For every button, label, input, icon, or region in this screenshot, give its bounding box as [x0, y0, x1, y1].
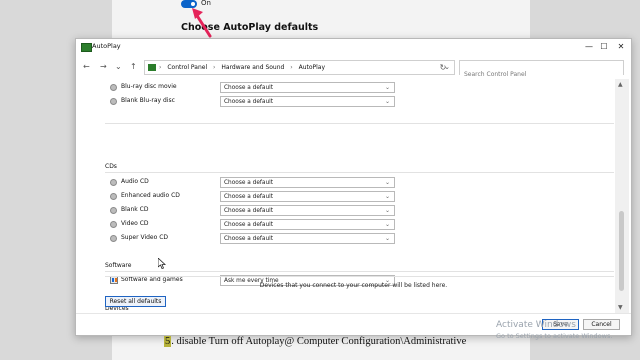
autoplay-settings-list: Blu-ray disc movie Choose a default ⌄ Bla… [76, 79, 614, 313]
select-value: Choose a default [224, 99, 274, 105]
control-panel-icon [81, 43, 92, 52]
recent-locations-icon[interactable]: ⌄ [115, 62, 122, 71]
breadcrumb-separator: › [213, 64, 216, 71]
chevron-down-icon: ⌄ [384, 98, 390, 105]
breadcrumb-control-panel[interactable]: Control Panel [167, 64, 207, 71]
media-label: Blank Blu-ray disc [121, 97, 175, 104]
chevron-down-icon: ⌄ [384, 207, 390, 214]
divider [105, 172, 614, 173]
media-label: Audio CD [121, 178, 149, 185]
activation-watermark: Activate Windows Go to Settings to activ… [496, 320, 612, 342]
list-item: Super Video CD Choose a default ⌄ [76, 232, 614, 246]
divider [105, 271, 614, 272]
disc-icon [110, 221, 117, 228]
media-label: Super Video CD [121, 234, 169, 241]
disc-icon [110, 193, 117, 200]
default-action-select[interactable]: Choose a default ⌄ [220, 233, 395, 244]
refresh-icon[interactable]: ↻ [435, 60, 451, 75]
divider [105, 123, 614, 124]
default-action-select[interactable]: Choose a default ⌄ [220, 177, 395, 188]
vertical-scrollbar[interactable]: ▲ ▼ [615, 79, 629, 313]
address-bar[interactable]: › Control Panel › Hardware and Sound › A… [144, 60, 455, 75]
mouse-cursor-icon [158, 258, 166, 269]
maximize-button[interactable]: ☐ [596, 40, 612, 53]
media-label: Blu-ray disc movie [121, 83, 177, 90]
reset-all-defaults-button[interactable]: Reset all defaults [105, 296, 166, 307]
list-item: Blank Blu-ray disc Choose a default ⌄ [76, 95, 614, 109]
media-label: Enhanced audio CD [121, 192, 180, 199]
select-value: Choose a default [224, 236, 274, 242]
divider [105, 276, 614, 277]
scroll-up-icon[interactable]: ▲ [618, 81, 623, 88]
disc-icon [110, 84, 117, 91]
up-arrow-icon[interactable]: ↑ [130, 62, 137, 71]
title-bar: AutoPlay — ☐ ✕ [76, 39, 631, 55]
disc-icon [110, 98, 117, 105]
default-action-select[interactable]: Choose a default ⌄ [220, 205, 395, 216]
chevron-down-icon: ⌄ [384, 221, 390, 228]
list-item: Video CD Choose a default ⌄ [76, 218, 614, 232]
watermark-title: Activate Windows [496, 320, 576, 330]
media-label: Blank CD [121, 206, 149, 213]
chevron-down-icon: ⌄ [384, 193, 390, 200]
select-value: Choose a default [224, 194, 274, 200]
annotation-arrow-icon [192, 8, 212, 38]
scroll-down-icon[interactable]: ▼ [618, 304, 623, 311]
section-heading-software: Software [105, 262, 132, 269]
disc-icon [110, 179, 117, 186]
breadcrumb-separator: › [159, 64, 162, 71]
devices-empty-message: Devices that you connect to your compute… [259, 282, 448, 289]
breadcrumb-autoplay[interactable]: AutoPlay [299, 64, 325, 71]
select-value: Choose a default [224, 222, 274, 228]
autoplay-window: AutoPlay — ☐ ✕ ← → ⌄ ↑ › Control Panel ›… [75, 38, 632, 336]
scroll-thumb[interactable] [619, 211, 624, 291]
breadcrumb: › Control Panel › Hardware and Sound › A… [159, 64, 329, 71]
default-action-select[interactable]: Choose a default ⌄ [220, 82, 395, 93]
disc-icon [110, 235, 117, 242]
tutorial-caption: 5. disable Turn off Autoplay@ Computer C… [164, 336, 504, 352]
default-action-select[interactable]: Choose a default ⌄ [220, 96, 395, 107]
list-item: Audio CD Choose a default ⌄ [76, 176, 614, 190]
window-title: AutoPlay [92, 42, 121, 50]
caption-text: . disable Turn off Autoplay@ Computer Co… [171, 336, 467, 347]
watermark-subtitle: Go to Settings to activate Windows. [496, 332, 613, 340]
disc-icon [110, 207, 117, 214]
list-item: Blank CD Choose a default ⌄ [76, 204, 614, 218]
minimize-button[interactable]: — [581, 40, 597, 53]
section-heading-cds: CDs [105, 163, 117, 170]
chevron-down-icon: ⌄ [384, 84, 390, 91]
breadcrumb-separator: › [290, 64, 293, 71]
list-item: Enhanced audio CD Choose a default ⌄ [76, 190, 614, 204]
close-button[interactable]: ✕ [613, 40, 629, 53]
select-value: Choose a default [224, 208, 274, 214]
select-value: Choose a default [224, 85, 274, 91]
default-action-select[interactable]: Choose a default ⌄ [220, 191, 395, 202]
back-arrow-icon[interactable]: ← [83, 62, 90, 71]
select-value: Choose a default [224, 180, 274, 186]
default-action-select[interactable]: Choose a default ⌄ [220, 219, 395, 230]
breadcrumb-hardware-and-sound[interactable]: Hardware and Sound [221, 64, 284, 71]
control-panel-icon [148, 64, 156, 71]
forward-arrow-icon[interactable]: → [100, 62, 107, 71]
media-label: Video CD [121, 220, 149, 227]
list-item: Blu-ray disc movie Choose a default ⌄ [76, 81, 614, 95]
chevron-down-icon: ⌄ [384, 235, 390, 242]
chevron-down-icon: ⌄ [384, 179, 390, 186]
search-box[interactable] [459, 60, 624, 81]
